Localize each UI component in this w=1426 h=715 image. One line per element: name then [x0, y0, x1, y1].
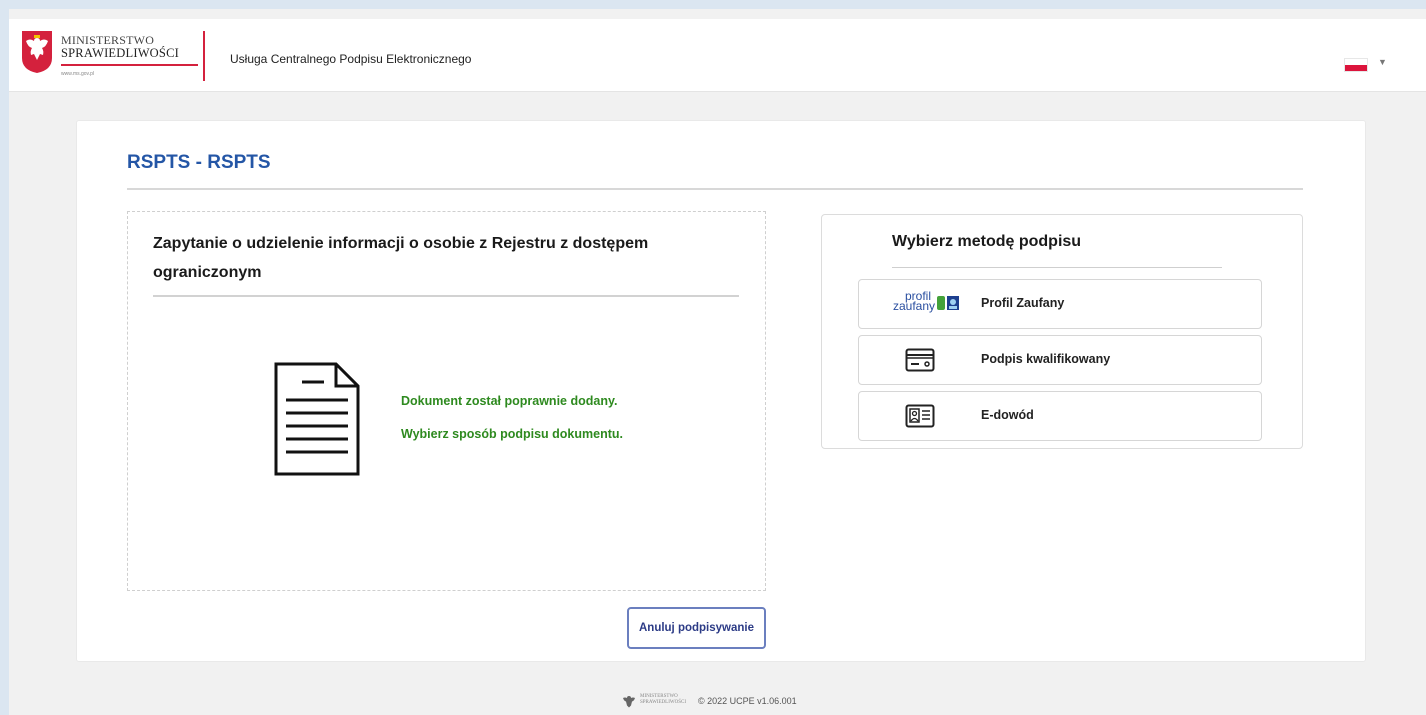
- language-selector[interactable]: ▼: [1344, 55, 1396, 75]
- footer-copyright: © 2022 UCPE v1.06.001: [698, 696, 797, 706]
- signing-method-title: Wybierz metodę podpisu: [892, 233, 1082, 250]
- header-divider: [203, 31, 205, 81]
- eagle-emblem-icon: [623, 696, 635, 708]
- logo-url: www.ms.gov.pl: [61, 71, 94, 77]
- footer-ministry-line2: SPRAWIEDLIWOŚCI: [640, 700, 686, 705]
- method-profil-zaufany[interactable]: profil zaufany Profil Zaufany: [858, 279, 1262, 329]
- signing-divider: [892, 267, 1222, 268]
- service-title: Usługa Centralnego Podpisu Elektroniczne…: [230, 52, 472, 66]
- main-card: RSPTS - RSPTS Zapytanie o udzielenie inf…: [76, 120, 1366, 662]
- method-label: E-dowód: [981, 408, 1034, 422]
- title-divider: [127, 188, 1303, 190]
- logo-underline: [61, 64, 198, 66]
- method-e-dowod[interactable]: E-dowód: [858, 391, 1262, 441]
- method-label: Profil Zaufany: [981, 296, 1065, 310]
- profil-zaufany-icon: profil zaufany: [859, 280, 981, 328]
- eagle-emblem-icon: [22, 31, 52, 73]
- app-window: MINISTERSTWO SPRAWIEDLIWOŚCI www.ms.gov.…: [9, 9, 1426, 715]
- page-title: RSPTS - RSPTS: [127, 152, 271, 173]
- method-label: Podpis kwalifikowany: [981, 352, 1111, 366]
- card-reader-icon: [859, 336, 981, 384]
- method-podpis-kwalifikowany[interactable]: Podpis kwalifikowany: [858, 335, 1262, 385]
- footer-ministry: MINISTERSTWO SPRAWIEDLIWOŚCI: [640, 694, 686, 706]
- document-icon: [274, 362, 360, 476]
- ministry-logo[interactable]: MINISTERSTWO SPRAWIEDLIWOŚCI www.ms.gov.…: [21, 30, 211, 86]
- document-panel: Zapytanie o udzielenie informacji o osob…: [127, 211, 766, 591]
- document-divider: [153, 295, 739, 297]
- status-message-choose: Wybierz sposób podpisu dokumentu.: [401, 427, 623, 441]
- document-title: Zapytanie o udzielenie informacji o osob…: [153, 235, 649, 281]
- signing-method-panel: Wybierz metodę podpisu profil zaufany Pr…: [821, 214, 1303, 449]
- cancel-signing-button[interactable]: Anuluj podpisywanie: [627, 607, 766, 649]
- logo-line2: SPRAWIEDLIWOŚCI: [61, 46, 179, 60]
- status-message-added: Dokument został poprawnie dodany.: [401, 394, 618, 408]
- id-card-icon: [859, 392, 981, 440]
- header-bar: MINISTERSTWO SPRAWIEDLIWOŚCI www.ms.gov.…: [9, 19, 1426, 92]
- flag-pl-icon: [1344, 58, 1368, 72]
- caret-down-icon: ▼: [1378, 57, 1387, 67]
- profil-zaufany-logo-bottom: zaufany: [893, 299, 936, 313]
- footer: MINISTERSTWO SPRAWIEDLIWOŚCI © 2022 UCPE…: [9, 693, 1426, 715]
